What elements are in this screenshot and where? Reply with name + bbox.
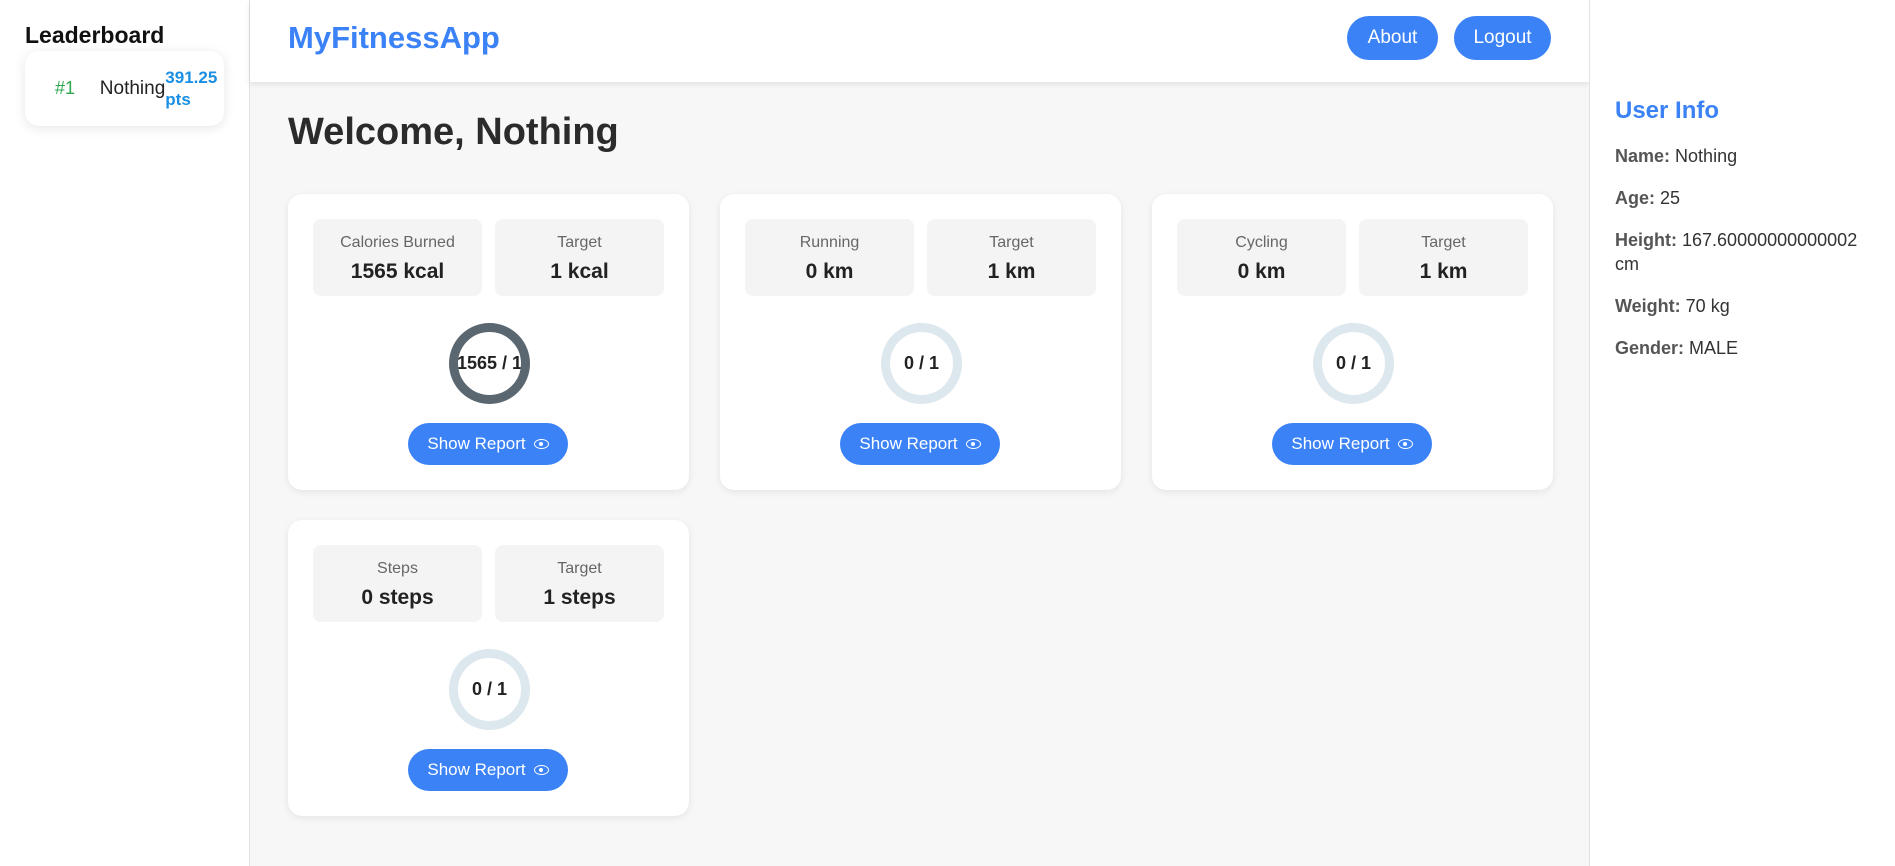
metric-label: Running [799, 234, 860, 251]
welcome-heading: Welcome, Nothing [288, 111, 619, 153]
target-value: 1 km [987, 260, 1036, 283]
steps-card: Steps 0 steps Target 1 steps 0 / 1 Show … [288, 520, 689, 816]
eye-icon [965, 439, 981, 449]
user-name-row: Name: Nothing [1615, 144, 1870, 168]
about-button[interactable]: About [1347, 16, 1438, 60]
leaderboard-entry: #1 Nothing 391.25 pts [25, 51, 224, 126]
target-box: Target 1 km [927, 219, 1096, 296]
metric-value: 1565 kcal [350, 260, 445, 283]
eye-icon [1397, 439, 1413, 449]
show-report-label: Show Report [859, 434, 958, 453]
weight-label: Weight: [1615, 296, 1681, 316]
leaderboard-sidebar: Leaderboard #1 Nothing 391.25 pts [0, 0, 250, 866]
target-value: 1 km [1419, 260, 1468, 283]
user-info-sidebar: User Info Name: Nothing Age: 25 Height: … [1589, 0, 1895, 866]
show-report-label: Show Report [427, 434, 526, 453]
target-box: Target 1 kcal [495, 219, 664, 296]
metric-label: Steps [377, 560, 418, 577]
progress-ring-text: 1565 / 1 [456, 353, 523, 373]
show-report-label: Show Report [1291, 434, 1390, 453]
show-report-button[interactable]: Show Report [408, 749, 568, 791]
show-report-button[interactable]: Show Report [408, 423, 568, 465]
target-box: Target 1 steps [495, 545, 664, 622]
progress-ring-text: 0 / 1 [903, 353, 940, 373]
metric-label: Calories Burned [340, 234, 455, 251]
gender-label: Gender: [1615, 338, 1685, 358]
user-info-title: User Info [1615, 97, 1720, 124]
target-label: Target [557, 560, 602, 577]
progress-ring-text: 0 / 1 [471, 679, 508, 699]
target-label: Target [557, 234, 602, 251]
logout-button[interactable]: Logout [1454, 16, 1551, 60]
app-brand[interactable]: MyFitnessApp [288, 20, 500, 56]
calories-card: Calories Burned 1565 kcal Target 1 kcal … [288, 194, 689, 490]
target-label: Target [1421, 234, 1466, 251]
progress-ring: 1565 / 1 [449, 323, 530, 404]
dashboard-main: Welcome, Nothing Calories Burned 1565 kc… [288, 82, 1553, 816]
user-height-row: Height: 167.60000000000002 cm [1615, 228, 1870, 276]
target-label: Target [989, 234, 1034, 251]
top-header: MyFitnessApp About Logout [250, 0, 1589, 82]
progress-ring: 0 / 1 [449, 649, 530, 730]
eye-icon [533, 765, 549, 775]
leaderboard-name: Nothing [99, 77, 166, 99]
cycling-card: Cycling 0 km Target 1 km 0 / 1 Show Repo… [1152, 194, 1553, 490]
metric-value: 0 km [805, 260, 854, 283]
leaderboard-title: Leaderboard [25, 22, 165, 48]
metric-box: Running 0 km [745, 219, 914, 296]
user-weight-row: Weight: 70 kg [1615, 294, 1870, 318]
leaderboard-rank: #1 [55, 78, 76, 98]
leaderboard-points: 391.25 pts [165, 67, 218, 109]
progress-ring-text: 0 / 1 [1335, 353, 1372, 373]
running-card: Running 0 km Target 1 km 0 / 1 Show Repo… [720, 194, 1121, 490]
user-gender-row: Gender: MALE [1615, 336, 1870, 360]
progress-ring: 0 / 1 [881, 323, 962, 404]
show-report-button[interactable]: Show Report [840, 423, 1000, 465]
show-report-label: Show Report [427, 760, 526, 779]
height-label: Height: [1615, 230, 1677, 250]
metric-label: Cycling [1235, 234, 1288, 251]
metric-box: Steps 0 steps [313, 545, 482, 622]
metric-box: Calories Burned 1565 kcal [313, 219, 482, 296]
target-box: Target 1 km [1359, 219, 1528, 296]
metric-box: Cycling 0 km [1177, 219, 1346, 296]
target-value: 1 steps [543, 586, 616, 609]
age-label: Age: [1615, 188, 1655, 208]
metric-value: 0 km [1237, 260, 1286, 283]
metric-value: 0 steps [361, 586, 434, 609]
gender-value: MALE [1689, 338, 1739, 358]
target-value: 1 kcal [550, 260, 609, 283]
show-report-button[interactable]: Show Report [1272, 423, 1432, 465]
progress-ring: 0 / 1 [1313, 323, 1394, 404]
name-value: Nothing [1675, 146, 1738, 166]
user-age-row: Age: 25 [1615, 186, 1870, 210]
age-value: 25 [1660, 188, 1681, 208]
name-label: Name: [1615, 146, 1671, 166]
eye-icon [533, 439, 549, 449]
weight-value: 70 kg [1685, 296, 1730, 316]
